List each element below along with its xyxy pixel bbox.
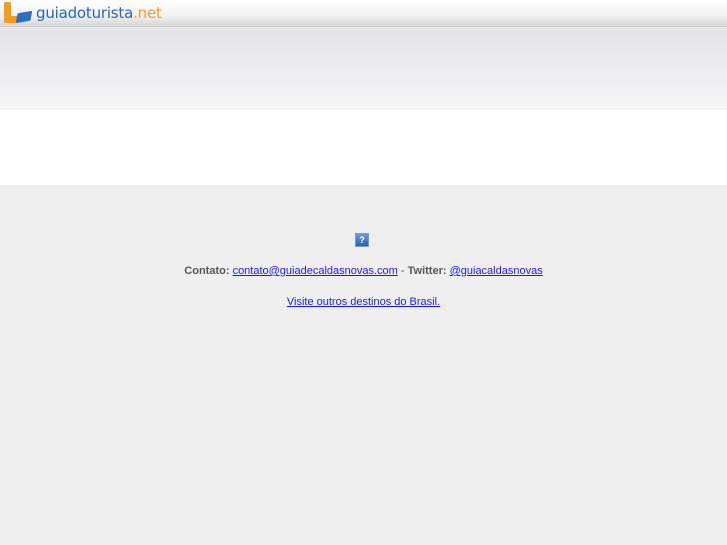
logo-text: guiadoturista.net — [36, 4, 162, 22]
contact-separator: - — [397, 265, 408, 277]
contact-line: Contato: contato@guiadecaldasnovas.com -… — [0, 265, 727, 277]
logo-text-main: guiadoturista — [36, 4, 134, 22]
destinations-link[interactable]: Visite outros destinos do Brasil. — [287, 296, 440, 308]
header-band — [0, 27, 727, 110]
content-area — [0, 110, 727, 185]
top-bar: guiadoturista.net — [0, 0, 727, 27]
site-logo[interactable]: guiadoturista.net — [2, 1, 162, 25]
broken-image-icon: ? — [355, 233, 369, 247]
twitter-label: Twitter: — [407, 265, 447, 277]
contact-label: Contato: — [184, 265, 230, 277]
twitter-link[interactable]: @guiacaldasnovas — [450, 265, 543, 277]
footer: ? Contato: contato@guiadecaldasnovas.com… — [0, 185, 727, 545]
contact-email-link[interactable]: contato@guiadecaldasnovas.com — [233, 265, 398, 277]
logo-icon — [2, 1, 34, 25]
destinations-line: Visite outros destinos do Brasil. — [0, 296, 727, 308]
logo-text-suffix: .net — [133, 4, 162, 22]
